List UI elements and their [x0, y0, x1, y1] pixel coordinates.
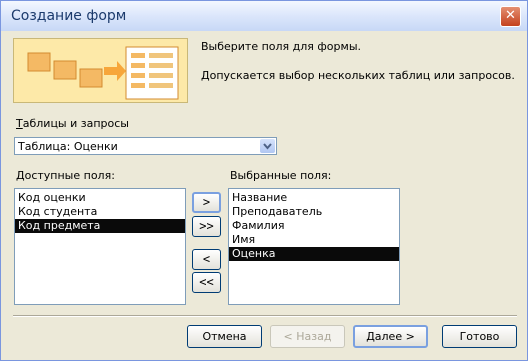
list-item[interactable]: Имя	[229, 233, 399, 247]
wizard-illustration	[13, 38, 188, 103]
title-bar[interactable]: Создание форм ✕	[1, 1, 527, 31]
dropdown-button[interactable]	[260, 139, 275, 153]
available-fields-list[interactable]: Код оценки Код студента Код предмета	[14, 188, 186, 305]
tables-label-accesskey: Т	[16, 117, 23, 130]
add-field-button[interactable]: >	[192, 192, 221, 213]
tables-label-rest: аблицы и запросы	[22, 117, 129, 130]
selected-fields-label: Выбранные поля:	[230, 169, 332, 182]
list-item[interactable]: Код студента	[15, 205, 185, 219]
selected-fields-list[interactable]: Название Преподаватель Фамилия Имя Оценк…	[228, 188, 400, 305]
next-button[interactable]: Далее >	[353, 325, 428, 348]
combobox-value: Таблица: Оценки	[18, 140, 118, 153]
footer-divider	[13, 315, 517, 317]
cancel-button[interactable]: Отмена	[187, 325, 262, 348]
list-item-selected[interactable]: Оценка	[229, 247, 399, 261]
tables-queries-combobox[interactable]: Таблица: Оценки	[14, 137, 277, 155]
list-item[interactable]: Фамилия	[229, 219, 399, 233]
available-label-rest: оступные поля:	[24, 169, 115, 182]
instruction-text: Выберите поля для формы.	[201, 40, 361, 53]
back-button[interactable]: < Назад	[270, 325, 345, 348]
available-label-accesskey: Д	[16, 169, 25, 182]
add-all-fields-button[interactable]: >>	[192, 216, 221, 237]
close-icon: ✕	[505, 8, 516, 23]
available-fields-label: Доступные поля:	[16, 169, 115, 182]
remove-field-button[interactable]: <	[192, 249, 221, 270]
list-item[interactable]: Код оценки	[15, 191, 185, 205]
tables-queries-label: Таблицы и запросы	[16, 117, 129, 130]
chevron-down-icon	[263, 143, 272, 150]
close-button[interactable]: ✕	[500, 6, 521, 27]
list-item-selected[interactable]: Код предмета	[15, 219, 185, 233]
hint-text: Допускается выбор нескольких таблиц или …	[201, 69, 515, 82]
list-item[interactable]: Преподаватель	[229, 205, 399, 219]
remove-all-fields-button[interactable]: <<	[192, 272, 221, 293]
form-wizard-icon	[14, 39, 187, 102]
form-wizard-dialog: Создание форм ✕ Выберите поля для формы.…	[0, 0, 528, 361]
list-item[interactable]: Название	[229, 191, 399, 205]
window-title: Создание форм	[11, 8, 127, 24]
finish-button[interactable]: Готово	[442, 325, 517, 348]
